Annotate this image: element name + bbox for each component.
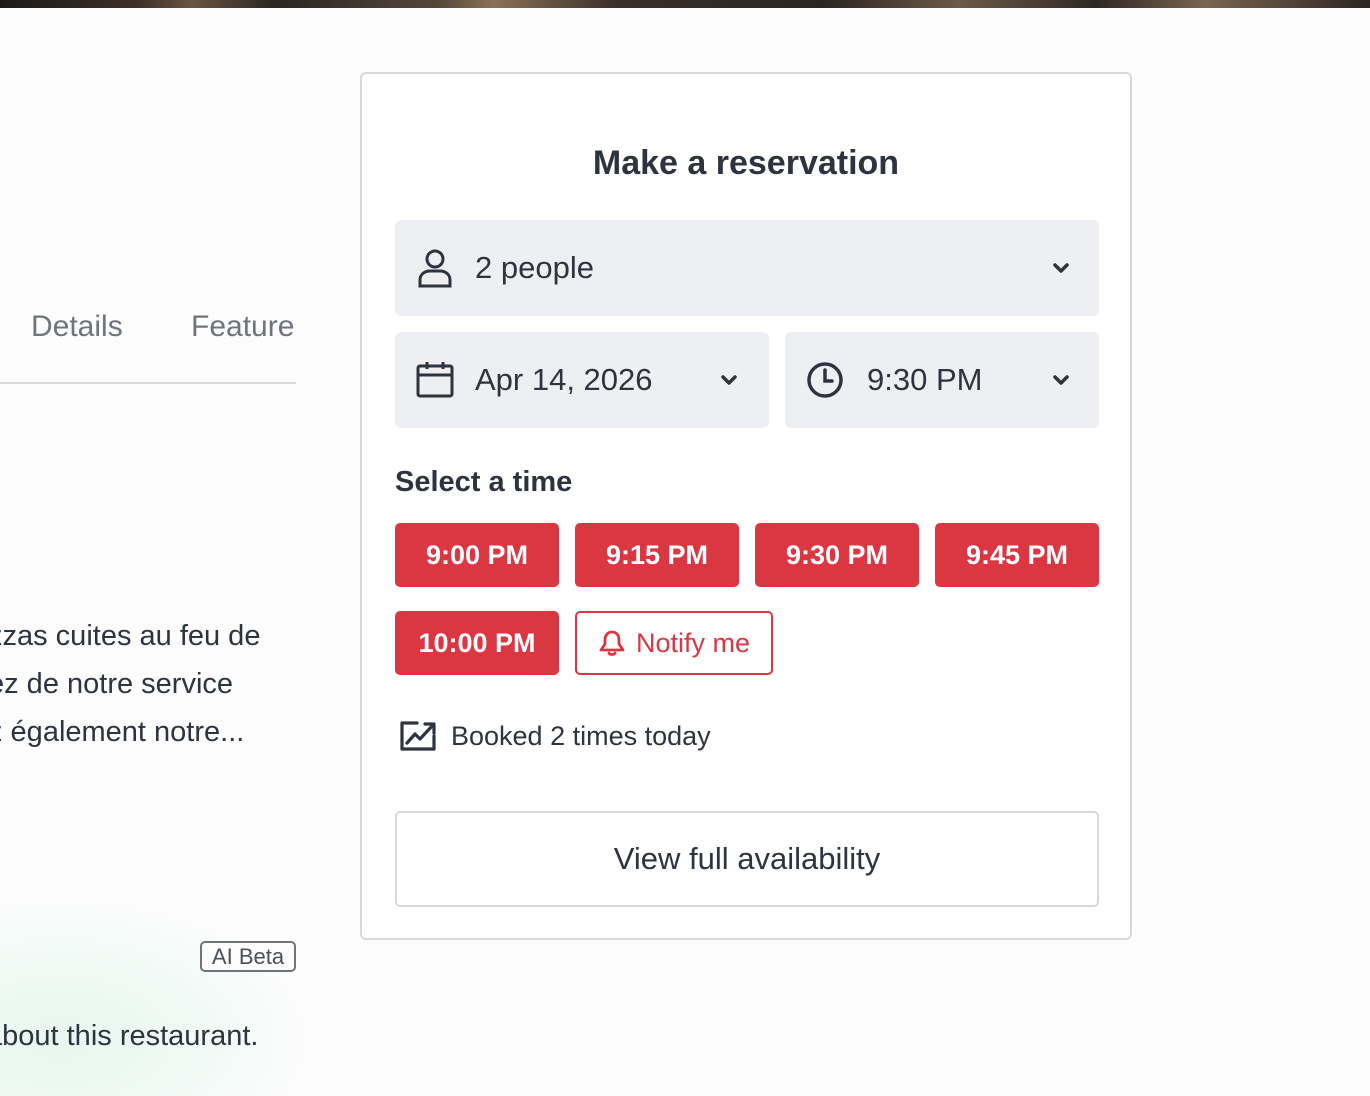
description-line: z également notre... bbox=[0, 716, 245, 748]
reservation-title: Make a reservation bbox=[592, 144, 900, 182]
reservation-card: Make a reservation 2 people Apr 14, 2026 bbox=[360, 72, 1132, 940]
restaurant-tabs: Details Feature bbox=[0, 300, 296, 384]
ai-summary-text: about this restaurant. bbox=[0, 1020, 300, 1053]
person-icon bbox=[417, 248, 453, 288]
trending-up-icon bbox=[399, 720, 437, 752]
tab-features[interactable]: Feature bbox=[191, 310, 294, 344]
notify-me-button[interactable]: Notify me bbox=[575, 611, 773, 675]
time-slot-button[interactable]: 9:15 PM bbox=[575, 523, 739, 587]
time-slot-button[interactable]: 9:30 PM bbox=[755, 523, 919, 587]
tab-details[interactable]: Details bbox=[31, 310, 123, 344]
bell-icon bbox=[598, 629, 626, 657]
time-value: 9:30 PM bbox=[867, 362, 983, 397]
select-time-heading: Select a time bbox=[395, 466, 573, 498]
time-slot-button[interactable]: 10:00 PM bbox=[395, 611, 559, 675]
chevron-down-icon bbox=[1051, 373, 1071, 387]
time-slot-button[interactable]: 9:00 PM bbox=[395, 523, 559, 587]
ai-summary-fragment: about this restaurant. bbox=[0, 1020, 259, 1052]
notify-me-label: Notify me bbox=[635, 627, 751, 658]
ai-beta-badge: AI Beta bbox=[200, 941, 296, 972]
party-size-value: 2 people bbox=[475, 250, 594, 285]
description-line: ez de notre service bbox=[0, 668, 234, 700]
chevron-down-icon bbox=[719, 373, 739, 387]
chevron-down-icon bbox=[1051, 261, 1071, 275]
booked-today-text: Booked 2 times today bbox=[451, 720, 711, 751]
date-select[interactable]: Apr 14, 2026 bbox=[395, 332, 769, 428]
clock-icon bbox=[805, 360, 845, 400]
description-line: zzas cuites au feu de bbox=[0, 620, 261, 652]
time-slot-button[interactable]: 9:45 PM bbox=[935, 523, 1099, 587]
party-size-select[interactable]: 2 people bbox=[395, 220, 1099, 316]
ai-summary-background bbox=[0, 905, 300, 1096]
hero-image-strip bbox=[0, 0, 1370, 8]
restaurant-description: zzas cuites au feu de ez de notre servic… bbox=[0, 612, 300, 756]
date-value: Apr 14, 2026 bbox=[475, 362, 653, 397]
calendar-icon bbox=[415, 361, 455, 399]
booked-today-info: Booked 2 times today bbox=[399, 720, 711, 752]
time-select[interactable]: 9:30 PM bbox=[785, 332, 1099, 428]
view-full-availability-button[interactable]: View full availability bbox=[395, 811, 1099, 907]
